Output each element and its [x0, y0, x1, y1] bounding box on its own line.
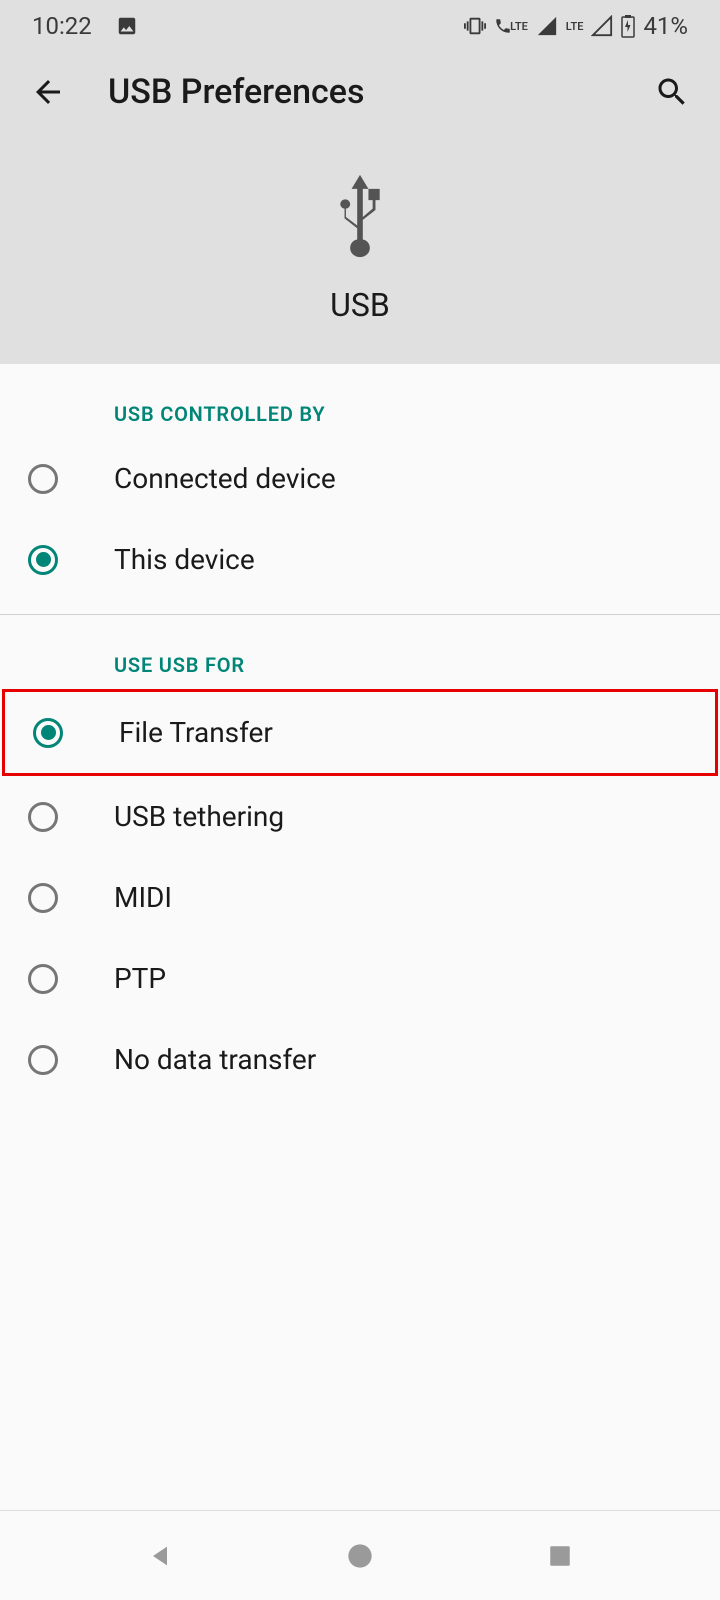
nav-recent-icon: [547, 1543, 573, 1569]
nav-back-button[interactable]: [140, 1536, 180, 1576]
status-bar: 10:22 LTE LTE 41%: [0, 0, 720, 52]
status-right: LTE LTE 41%: [464, 12, 688, 40]
radio-label: PTP: [114, 962, 166, 995]
arrow-back-icon: [30, 74, 66, 110]
radio-label: USB tethering: [114, 800, 284, 833]
radio-label: MIDI: [114, 881, 172, 914]
section-use-for-header: USE USB FOR: [0, 615, 720, 689]
navigation-bar: [0, 1510, 720, 1600]
radio-dot: [41, 725, 56, 740]
call-lte-icon: LTE: [494, 17, 528, 35]
radio-file-transfer[interactable]: File Transfer: [5, 692, 715, 773]
battery-percent: 41%: [643, 12, 688, 40]
radio-circle: [28, 802, 58, 832]
radio-circle: [33, 718, 63, 748]
nav-home-icon: [346, 1542, 374, 1570]
header-section: USB: [0, 142, 720, 364]
radio-this-device[interactable]: This device: [0, 519, 720, 600]
radio-connected-device[interactable]: Connected device: [0, 438, 720, 519]
radio-ptp[interactable]: PTP: [0, 938, 720, 1019]
back-button[interactable]: [28, 72, 68, 112]
radio-midi[interactable]: MIDI: [0, 857, 720, 938]
highlight-box: File Transfer: [2, 689, 718, 776]
nav-recent-button[interactable]: [540, 1536, 580, 1576]
page-title: USB Preferences: [108, 72, 612, 112]
usb-icon: [325, 172, 395, 266]
radio-label: No data transfer: [114, 1043, 316, 1076]
radio-label: This device: [114, 543, 255, 576]
radio-label: Connected device: [114, 462, 336, 495]
signal-icon-2: [591, 15, 613, 37]
content: USB CONTROLLED BY Connected device This …: [0, 364, 720, 1100]
app-bar: USB Preferences: [0, 52, 720, 142]
radio-circle: [28, 545, 58, 575]
radio-circle: [28, 1045, 58, 1075]
nav-back-icon: [146, 1542, 174, 1570]
radio-dot: [36, 552, 51, 567]
radio-no-data-transfer[interactable]: No data transfer: [0, 1019, 720, 1100]
radio-label: File Transfer: [119, 716, 273, 749]
radio-usb-tethering[interactable]: USB tethering: [0, 776, 720, 857]
signal-icon-1: [536, 15, 558, 37]
status-left: 10:22: [32, 12, 138, 40]
radio-circle: [28, 464, 58, 494]
radio-circle: [28, 964, 58, 994]
battery-charging-icon: [621, 14, 635, 38]
image-notification-icon: [116, 15, 138, 37]
search-button[interactable]: [652, 72, 692, 112]
usb-header-label: USB: [0, 286, 720, 324]
nav-home-button[interactable]: [340, 1536, 380, 1576]
vibrate-icon: [464, 15, 486, 37]
section-controlled-by-header: USB CONTROLLED BY: [0, 364, 720, 438]
lte-label: LTE: [566, 20, 584, 33]
radio-circle: [28, 883, 58, 913]
search-icon: [654, 74, 690, 110]
status-time: 10:22: [32, 12, 92, 40]
